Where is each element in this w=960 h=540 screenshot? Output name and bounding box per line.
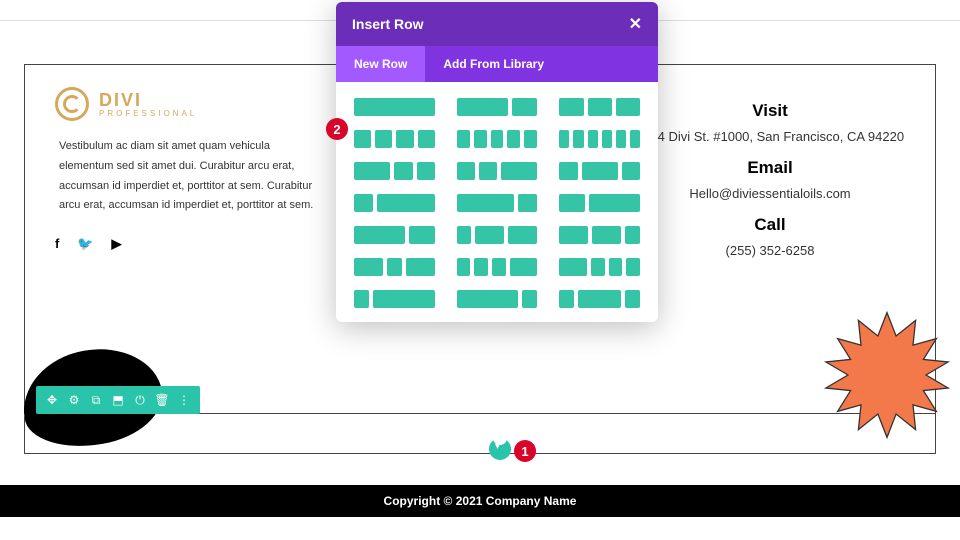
youtube-icon[interactable]: ▶: [112, 236, 122, 252]
trash-icon[interactable]: 🗑: [152, 390, 172, 410]
row-layout-grid: [336, 82, 658, 322]
row-layout-option[interactable]: [457, 258, 538, 276]
logo-name: DIVI: [99, 91, 197, 109]
row-layout-option[interactable]: [354, 162, 435, 180]
row-layout-option[interactable]: [354, 258, 435, 276]
row-layout-option[interactable]: [559, 226, 640, 244]
section-toolbar: ✥ ⚙ ⧉ ⬒ ⏻ 🗑 ⋮: [36, 386, 200, 414]
visit-heading: Visit: [635, 101, 905, 121]
row-layout-option[interactable]: [354, 130, 435, 148]
visit-text: 1234 Divi St. #1000, San Francisco, CA 9…: [635, 129, 905, 144]
row-layout-option[interactable]: [559, 162, 640, 180]
facebook-icon[interactable]: f: [55, 236, 59, 252]
settings-icon[interactable]: ⚙: [64, 390, 84, 410]
email-heading: Email: [635, 158, 905, 178]
row-layout-option[interactable]: [559, 290, 640, 308]
row-layout-option[interactable]: [354, 98, 435, 116]
move-icon[interactable]: ✥: [42, 390, 62, 410]
close-icon[interactable]: ✕: [629, 14, 642, 34]
save-icon[interactable]: ⬒: [108, 390, 128, 410]
row-layout-option[interactable]: [457, 290, 538, 308]
logo: DIVI PROFESSIONAL: [55, 87, 325, 121]
logo-icon: [55, 87, 89, 121]
row-layout-option[interactable]: [457, 98, 538, 116]
row-layout-option[interactable]: [457, 130, 538, 148]
email-text: Hello@diviessentialoils.com: [635, 186, 905, 201]
social-icons: f 🐦 ▶: [55, 236, 325, 252]
description-text: Vestibulum ac diam sit amet quam vehicul…: [55, 137, 325, 216]
callout-badge-2: 2: [326, 118, 348, 140]
modal-title: Insert Row: [352, 16, 424, 32]
insert-row-modal: Insert Row ✕ New Row Add From Library: [336, 2, 658, 322]
call-text: (255) 352-6258: [635, 243, 905, 258]
more-icon[interactable]: ⋮: [174, 390, 194, 410]
logo-sub: PROFESSIONAL: [99, 109, 197, 118]
call-heading: Call: [635, 215, 905, 235]
row-layout-option[interactable]: [354, 226, 435, 244]
row-layout-option[interactable]: [559, 194, 640, 212]
row-layout-option[interactable]: [457, 194, 538, 212]
row-layout-option[interactable]: [559, 258, 640, 276]
row-layout-option[interactable]: [354, 290, 435, 308]
tab-new-row[interactable]: New Row: [336, 46, 425, 82]
copyright-footer: Copyright © 2021 Company Name: [0, 485, 960, 517]
add-row-button[interactable]: [489, 438, 511, 460]
row-layout-option[interactable]: [559, 98, 640, 116]
tab-add-from-library[interactable]: Add From Library: [425, 46, 562, 82]
empty-section[interactable]: [24, 414, 936, 454]
twitter-icon[interactable]: 🐦: [77, 236, 93, 252]
callout-badge-1: 1: [514, 440, 536, 462]
row-layout-option[interactable]: [354, 194, 435, 212]
row-layout-option[interactable]: [457, 162, 538, 180]
duplicate-icon[interactable]: ⧉: [86, 390, 106, 410]
power-icon[interactable]: ⏻: [130, 390, 150, 410]
row-layout-option[interactable]: [559, 130, 640, 148]
row-layout-option[interactable]: [457, 226, 538, 244]
